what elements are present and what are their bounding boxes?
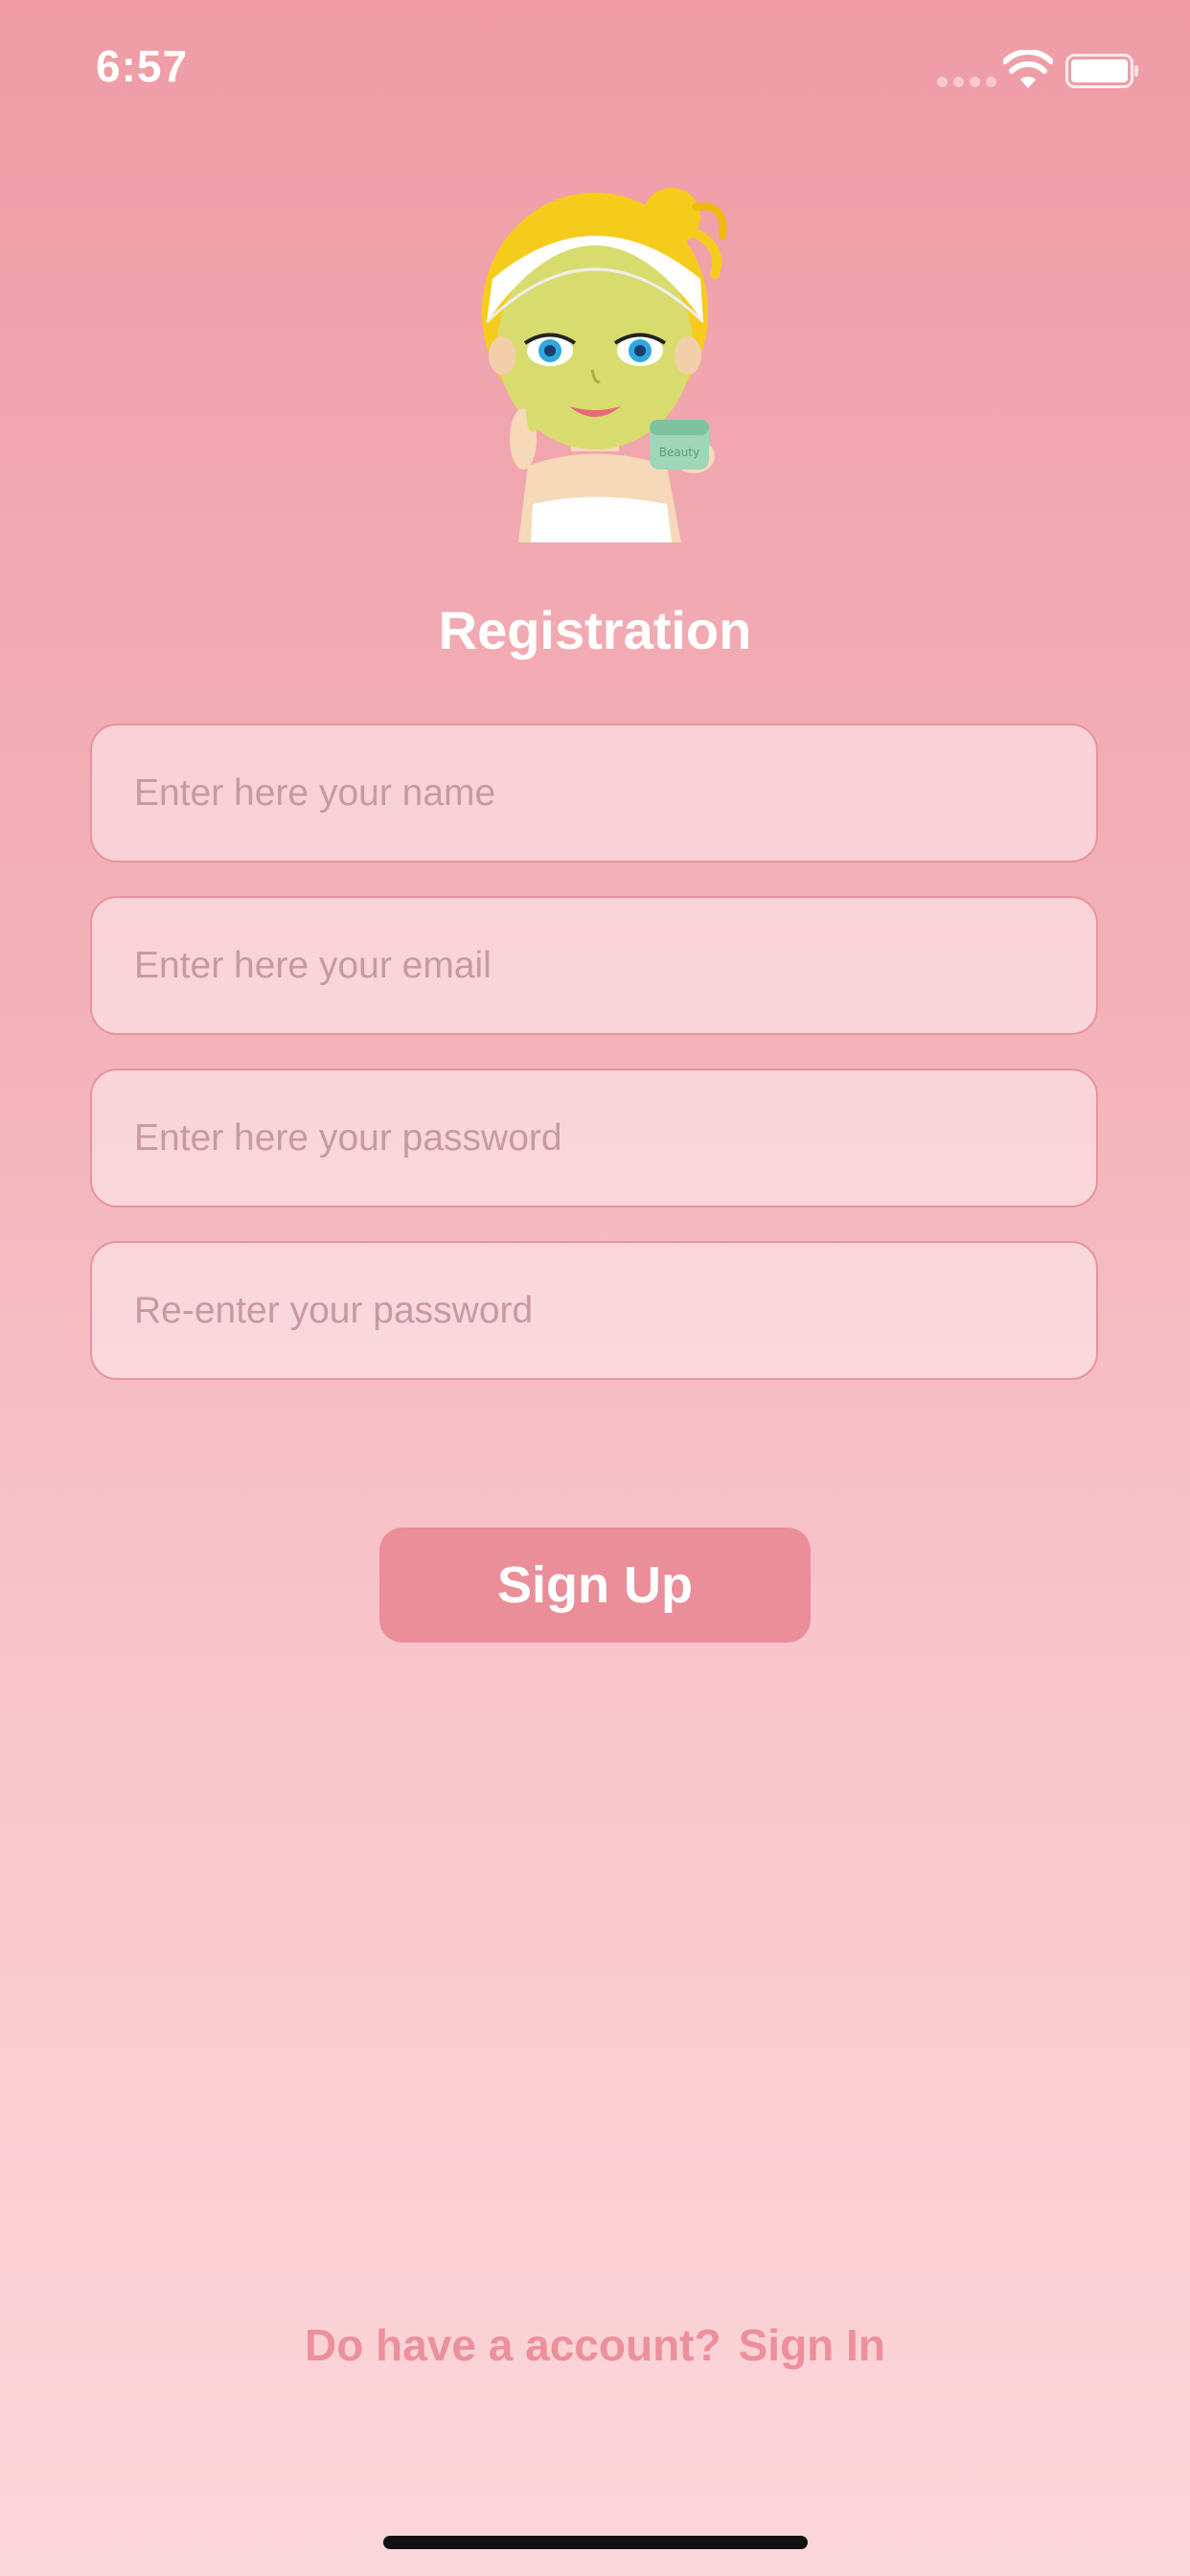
battery-icon bbox=[1065, 54, 1138, 88]
home-indicator[interactable] bbox=[383, 2536, 808, 2549]
registration-screen: 6:57 Beauty Registration Enter here your… bbox=[0, 0, 1190, 2576]
status-time: 6:57 bbox=[96, 41, 189, 91]
email-input[interactable] bbox=[90, 896, 1098, 1035]
jar-label: Beauty bbox=[659, 446, 699, 459]
face-mask-girl-avatar: Beauty bbox=[482, 188, 727, 542]
password-input[interactable] bbox=[90, 1069, 1098, 1208]
confirm-password-input[interactable] bbox=[90, 1241, 1098, 1380]
sign-in-link[interactable]: Sign In bbox=[739, 2320, 885, 2370]
sign-up-button[interactable]: Sign Up bbox=[379, 1528, 811, 1643]
page-title: Registration bbox=[438, 600, 752, 660]
status-bar: 6:57 bbox=[0, 0, 1190, 144]
cellular-signal-icon bbox=[937, 77, 996, 87]
name-input[interactable] bbox=[90, 724, 1098, 862]
wifi-icon bbox=[1003, 50, 1053, 88]
signin-prompt: Do have a account? Sign In bbox=[0, 2319, 1190, 2371]
signin-prompt-text: Do have a account? bbox=[305, 2320, 721, 2370]
